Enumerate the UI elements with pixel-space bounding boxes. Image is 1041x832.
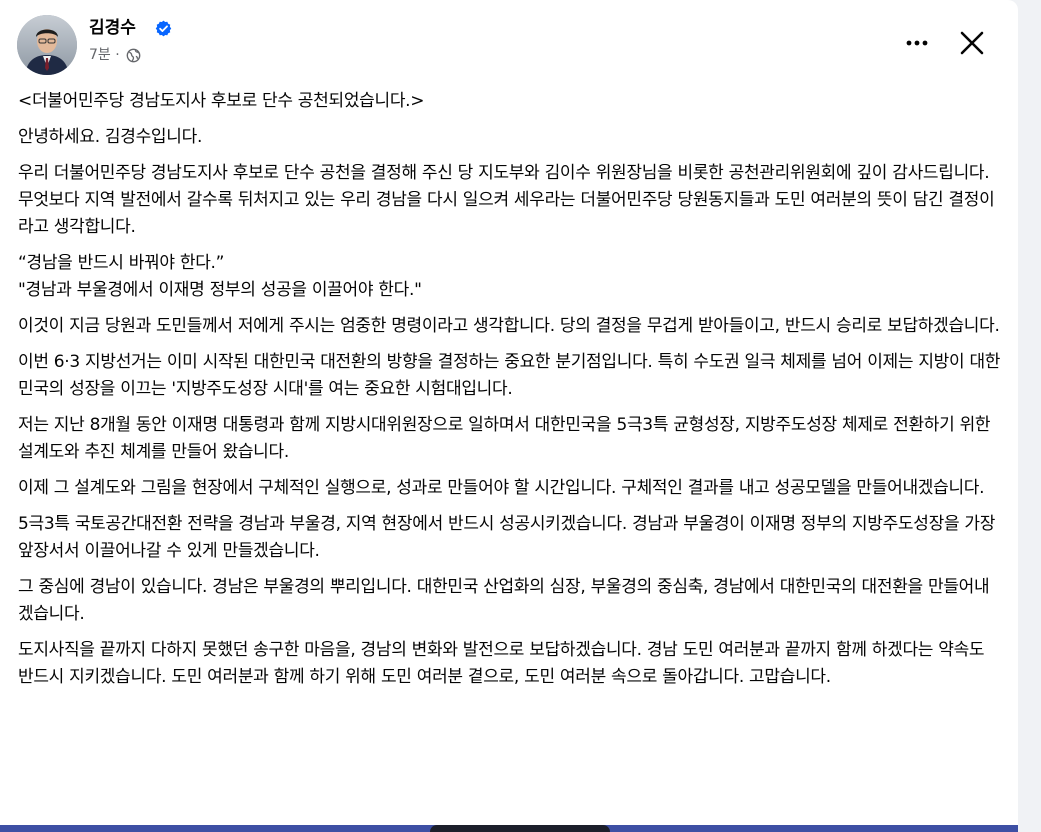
more-horizontal-icon [906, 40, 928, 46]
verified-badge-icon [155, 20, 172, 37]
post-paragraph: 저는 지난 8개월 동안 이재명 대통령과 함께 지방시대위원장으로 일하며서 … [18, 415, 991, 462]
meta-separator: · [115, 47, 120, 63]
globe-icon[interactable] [126, 48, 141, 63]
post-image[interactable] [0, 825, 1018, 832]
author-name[interactable]: 김경수 [89, 15, 136, 41]
more-options-button[interactable] [900, 29, 936, 57]
avatar[interactable] [17, 15, 77, 75]
post-body: <더불어민주당 경남도지사 후보로 단수 공천되었습니다.> 안녕하세요. 김경… [18, 88, 1002, 700]
post-greeting: 안녕하세요. 김경수입니다. [18, 127, 203, 147]
post-paragraph: 우리 더불어민주당 경남도지사 후보로 단수 공천을 결정해 주신 당 지도부와… [18, 163, 995, 237]
post-paragraph: 도지사직을 끝까지 다하지 못했던 송구한 마음을, 경남의 변화와 발전으로 … [18, 640, 985, 687]
close-icon [960, 31, 984, 55]
post-image-figure [430, 825, 610, 832]
avatar-photo [17, 15, 77, 75]
post-paragraph: 이번 6·3 지방선거는 이미 시작된 대한민국 대전환의 방향을 결정하는 중… [18, 352, 1001, 399]
page-background-strip [1018, 0, 1041, 832]
post-quote: “경남을 반드시 바꿔야 한다.” [18, 253, 225, 273]
post-title: <더불어민주당 경남도지사 후보로 단수 공천되었습니다.> [18, 91, 425, 111]
post-quote: "경남과 부울경에서 이재명 정부의 성공을 이끌어야 한다." [18, 280, 422, 300]
post-paragraph: 그 중심에 경남이 있습니다. 경남은 부울경의 뿌리입니다. 대한민국 산업화… [18, 577, 990, 624]
post-card: 김경수 7분 · <더불어민주당 경남도지사 후보로 단수 공천되었습니다.> … [0, 0, 1018, 832]
post-paragraph: 이것이 지금 당원과 도민들께서 저에게 주시는 엄중한 명령이라고 생각합니다… [18, 316, 1000, 336]
post-paragraph: 5극3특 국토공간대전환 전략을 경남과 부울경, 지역 현장에서 반드시 성공… [18, 514, 996, 561]
post-time[interactable]: 7분 [89, 47, 111, 63]
page: 김경수 7분 · <더불어민주당 경남도지사 후보로 단수 공천되었습니다.> … [0, 0, 1041, 832]
post-paragraph: 이제 그 설계도와 그림을 현장에서 구체적인 실행으로, 성과로 만들어야 할… [18, 478, 985, 498]
post-header: 김경수 7분 · [16, 15, 1002, 77]
post-meta: 7분 · [89, 45, 141, 65]
close-button[interactable] [956, 27, 988, 59]
